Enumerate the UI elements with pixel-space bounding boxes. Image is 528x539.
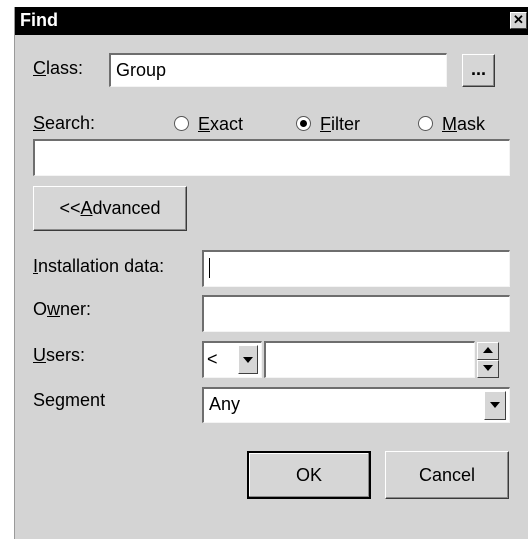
class-input[interactable]: Group — [109, 53, 447, 87]
class-browse-button[interactable]: ... — [462, 54, 495, 87]
chevron-down-icon — [490, 402, 500, 408]
advanced-button[interactable]: <<Advanced — [33, 186, 187, 231]
owner-input[interactable] — [202, 295, 510, 332]
chevron-up-icon — [483, 347, 493, 353]
users-operator-value: < — [207, 349, 218, 369]
owner-label: Owner: — [33, 299, 92, 319]
users-spin-down-button[interactable] — [477, 360, 499, 378]
find-dialog: Find ✕ Class: Group ... Search: Exact Fi… — [14, 7, 528, 539]
users-label: Users: — [33, 345, 86, 365]
chevron-down-icon — [483, 365, 493, 371]
segment-dropdown-button[interactable] — [484, 391, 506, 420]
segment-value: Any — [209, 394, 241, 414]
close-button[interactable]: ✕ — [510, 12, 527, 29]
installation-data-input[interactable] — [202, 250, 510, 287]
segment-label: Segment — [33, 390, 106, 410]
class-label: Class: — [33, 58, 84, 78]
radio-filter[interactable] — [296, 116, 311, 131]
window-title: Find — [20, 10, 58, 30]
close-icon: ✕ — [513, 12, 524, 27]
ok-button[interactable]: OK — [247, 451, 371, 499]
users-value-input[interactable] — [264, 341, 475, 378]
users-spin-up-button[interactable] — [477, 342, 499, 360]
cancel-button[interactable]: Cancel — [385, 451, 509, 499]
search-mode-exact[interactable]: Exact — [174, 113, 243, 135]
search-label: Search: — [33, 113, 96, 133]
search-input[interactable] — [33, 139, 510, 176]
title-bar[interactable]: Find ✕ — [15, 7, 528, 35]
text-caret — [209, 258, 210, 278]
radio-mask[interactable] — [418, 116, 433, 131]
radio-exact[interactable] — [174, 116, 189, 131]
installation-data-label: Installation data: — [33, 256, 165, 276]
search-mode-mask[interactable]: Mask — [418, 113, 485, 135]
search-mode-filter[interactable]: Filter — [296, 113, 360, 135]
users-operator-select[interactable]: < — [202, 341, 262, 378]
chevron-down-icon — [243, 357, 253, 363]
segment-select[interactable]: Any — [202, 387, 510, 423]
users-operator-dropdown-button[interactable] — [238, 345, 258, 374]
